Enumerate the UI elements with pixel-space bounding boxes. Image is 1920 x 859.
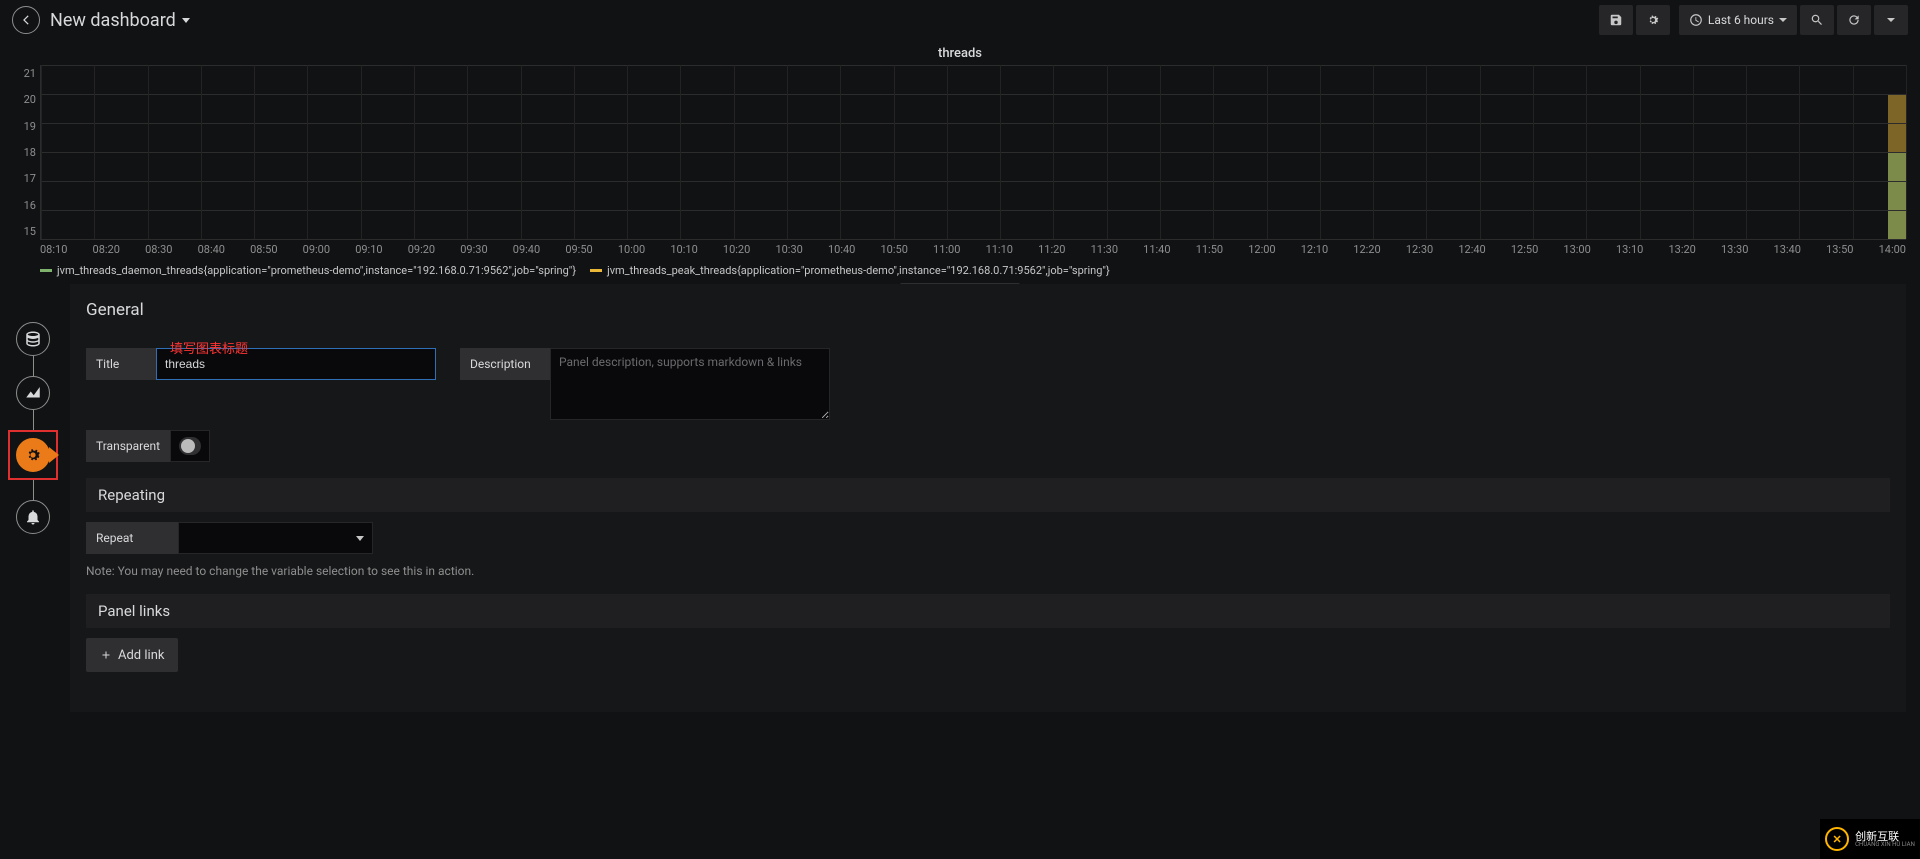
dashboard-title: New dashboard: [50, 10, 176, 31]
save-icon: [1609, 13, 1623, 27]
back-button[interactable]: [12, 6, 40, 34]
caret-down-icon: [356, 536, 364, 541]
zoom-out-button[interactable]: [1800, 5, 1834, 35]
panel-editor: General Title Description Transparent: [70, 284, 1906, 712]
repeating-header: Repeating: [86, 478, 1890, 512]
repeating-section: Repeating Repeat Note: You may need to c…: [86, 478, 1890, 578]
add-link-label: Add link: [118, 648, 164, 663]
dashboard-settings-button[interactable]: [1636, 5, 1670, 35]
transparent-label: Transparent: [86, 430, 170, 462]
caret-down-icon: [1779, 18, 1787, 22]
panel-links-header: Panel links: [86, 594, 1890, 628]
refresh-button[interactable]: [1837, 5, 1871, 35]
watermark-brand: 创新互联: [1855, 831, 1915, 842]
plot-canvas[interactable]: [40, 65, 1906, 240]
y-axis: 21201918171615: [14, 65, 40, 240]
gear-icon: [24, 446, 42, 464]
tab-general[interactable]: [16, 438, 50, 472]
clock-icon: [1689, 13, 1703, 27]
panel-editor-side-rail: [8, 322, 58, 534]
time-range-picker[interactable]: Last 6 hours: [1679, 5, 1797, 35]
title-label: Title: [86, 348, 156, 380]
description-label: Description: [460, 348, 550, 380]
time-range-label: Last 6 hours: [1708, 13, 1774, 27]
tab-queries[interactable]: [16, 322, 50, 356]
repeat-label: Repeat: [86, 522, 178, 554]
caret-down-icon: [1887, 18, 1895, 22]
general-header: General: [86, 294, 1890, 326]
caret-down-icon: [182, 18, 190, 23]
database-icon: [24, 330, 42, 348]
transparent-toggle[interactable]: [179, 437, 201, 455]
external-annotation: 填写图表标题: [170, 338, 248, 357]
chart-area-icon: [24, 384, 42, 402]
watermark: ✕ 创新互联 CHUANG XIN HU LIAN: [1820, 819, 1920, 859]
general-section: General Title Description Transparent: [86, 294, 1890, 462]
active-tab-highlight: [8, 430, 58, 480]
plus-icon: [100, 649, 112, 661]
legend-item[interactable]: jvm_threads_daemon_threads{application="…: [40, 264, 576, 277]
watermark-logo-icon: ✕: [1825, 827, 1849, 851]
tab-visualization[interactable]: [16, 376, 50, 410]
chart-legend: jvm_threads_daemon_threads{application="…: [14, 256, 1906, 277]
watermark-sub: CHUANG XIN HU LIAN: [1855, 842, 1915, 848]
chart-plot-area[interactable]: 21201918171615: [14, 65, 1906, 240]
refresh-interval-dropdown[interactable]: [1874, 5, 1908, 35]
gear-icon: [1646, 13, 1660, 27]
add-link-button[interactable]: Add link: [86, 638, 178, 672]
legend-label: jvm_threads_daemon_threads{application="…: [57, 264, 576, 277]
graph-panel: threads 21201918171615 08:1008:2008:3008…: [14, 44, 1906, 289]
tab-alert[interactable]: [16, 500, 50, 534]
panel-links-section: Panel links Add link: [86, 594, 1890, 672]
x-axis: 08:1008:2008:3008:4008:5009:0009:1009:20…: [14, 240, 1906, 256]
legend-label: jvm_threads_peak_threads{application="pr…: [607, 264, 1110, 277]
zoom-icon: [1810, 13, 1824, 27]
legend-swatch: [40, 269, 52, 272]
save-dashboard-button[interactable]: [1599, 5, 1633, 35]
refresh-icon: [1847, 13, 1861, 27]
legend-swatch: [590, 269, 602, 272]
repeat-select[interactable]: [178, 522, 373, 554]
panel-title: threads: [14, 44, 1906, 65]
arrow-left-icon: [19, 13, 33, 27]
dashboard-title-dropdown[interactable]: New dashboard: [50, 10, 190, 31]
description-textarea[interactable]: [550, 348, 830, 420]
top-bar: New dashboard Last 6 hours: [0, 0, 1920, 40]
legend-item[interactable]: jvm_threads_peak_threads{application="pr…: [590, 264, 1110, 277]
repeat-note: Note: You may need to change the variabl…: [86, 564, 1890, 578]
bell-icon: [24, 508, 42, 526]
